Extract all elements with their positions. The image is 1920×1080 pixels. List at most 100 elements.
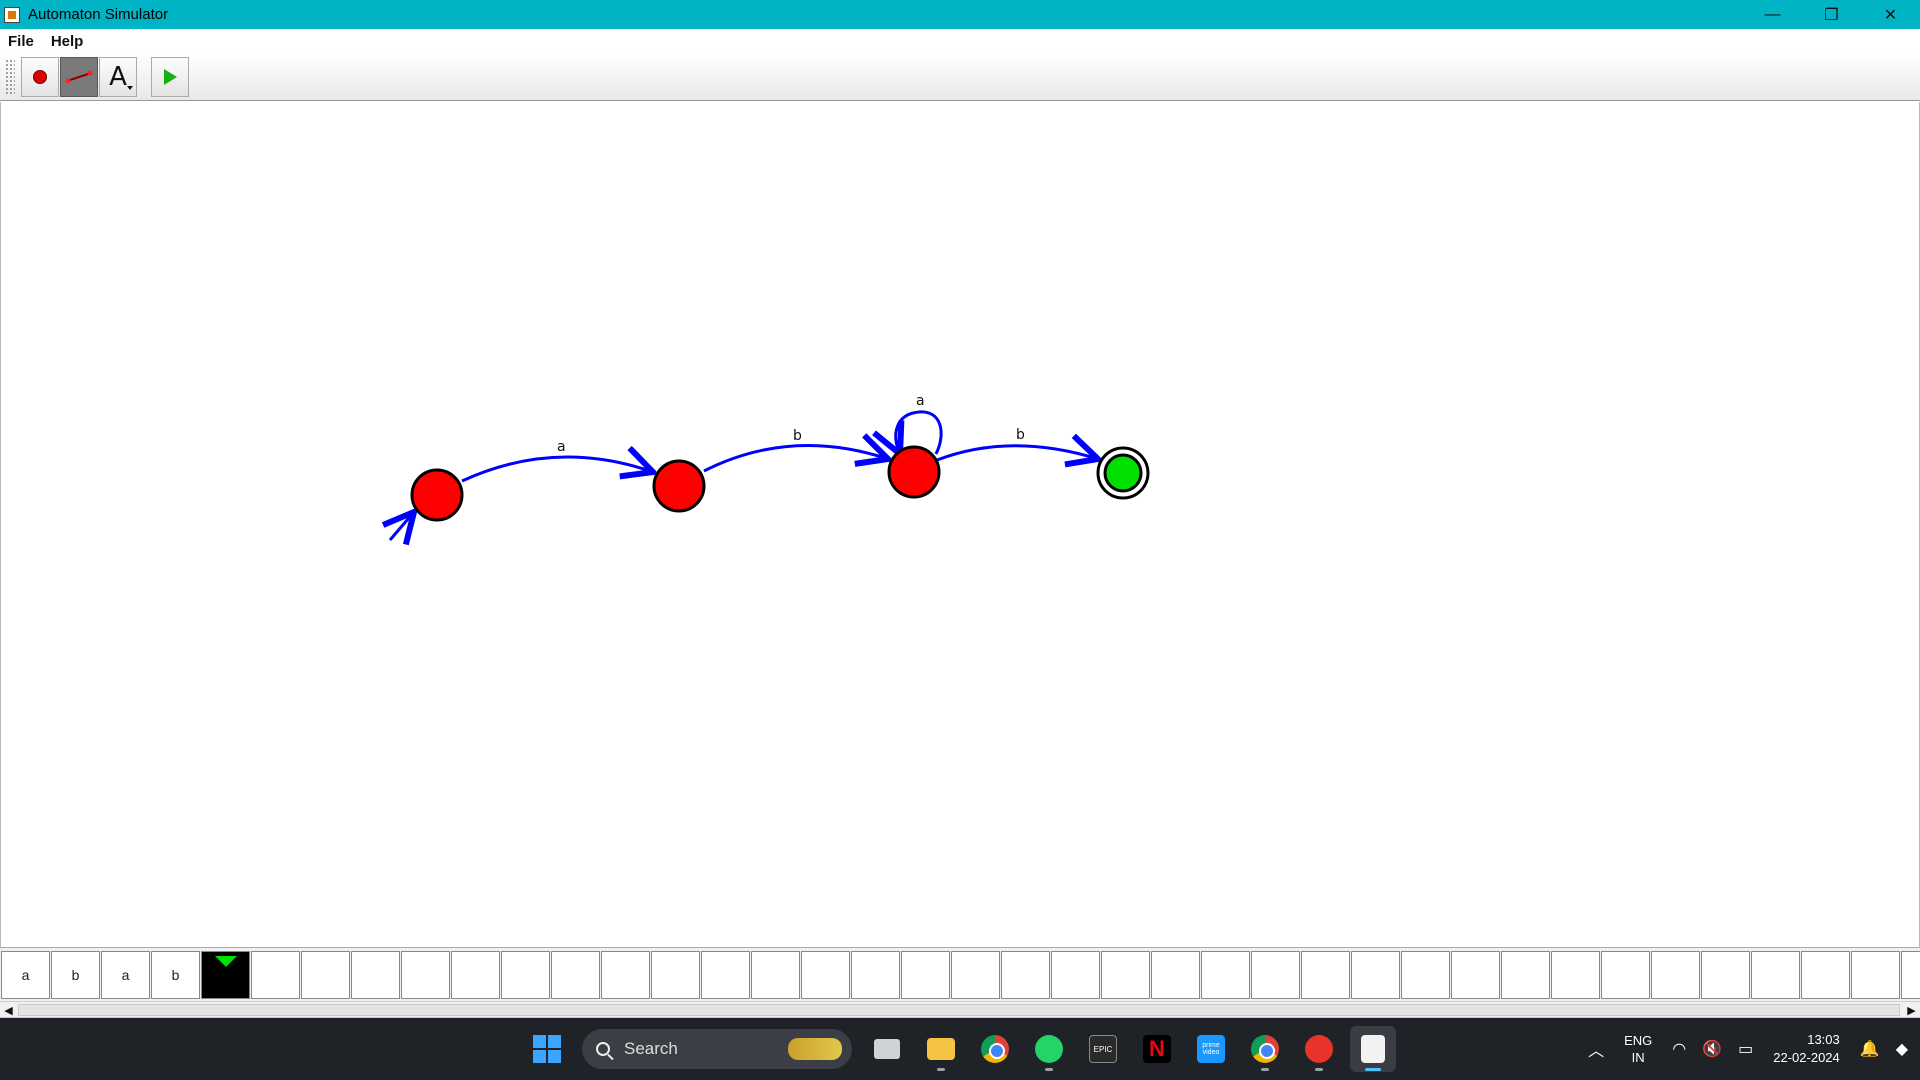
line-icon [65,70,93,83]
state-q3[interactable] [1103,453,1143,493]
chevron-up-icon[interactable]: ︿ [1588,1037,1604,1061]
notification-bell-icon[interactable]: 🔔 [1860,1039,1880,1059]
tape-cell[interactable] [1551,951,1600,999]
tape-cell[interactable] [401,951,450,999]
automaton-canvas[interactable]: a b a b [0,102,1920,947]
tape-cell[interactable] [1001,951,1050,999]
red-dot-icon [33,69,47,84]
horizontal-scrollbar[interactable]: ◀ ▶ [0,1001,1920,1018]
menu-help[interactable]: Help [51,33,84,50]
chrome-button[interactable] [972,1026,1018,1072]
scroll-left-icon[interactable]: ◀ [0,1002,17,1018]
region-code: IN [1631,1050,1645,1065]
file-explorer-button[interactable] [918,1026,964,1072]
tape-cell[interactable] [551,951,600,999]
tape-cell[interactable] [951,951,1000,999]
scroll-right-icon[interactable]: ▶ [1903,1002,1920,1018]
chrome-icon [1251,1035,1279,1063]
java-app-button[interactable] [1350,1026,1396,1072]
tape-cell[interactable] [901,951,950,999]
tape-cell[interactable] [801,951,850,999]
wifi-icon[interactable]: ◠ [1672,1039,1686,1059]
add-text-tool[interactable]: A [99,56,137,97]
tape-cell[interactable] [1901,951,1920,999]
prime-video-button[interactable]: prime video [1188,1026,1234,1072]
whatsapp-button[interactable] [1026,1026,1072,1072]
tape-cell[interactable] [701,951,750,999]
tape-cell[interactable] [1451,951,1500,999]
chrome-profile-button[interactable] [1242,1026,1288,1072]
prime-video-icon: prime video [1197,1035,1225,1063]
tape-cell[interactable] [251,951,300,999]
add-transition-tool[interactable] [60,56,98,97]
tape-cell[interactable] [351,951,400,999]
tape-cell[interactable] [451,951,500,999]
start-button[interactable] [524,1026,570,1072]
java-app-icon [4,6,20,23]
tape-cell[interactable] [1251,951,1300,999]
search-placeholder: Search [624,1039,678,1058]
tape-cell[interactable]: a [101,951,150,999]
tape-cell[interactable]: a [1,951,50,999]
tape-cell[interactable] [1151,951,1200,999]
run-tool[interactable] [151,56,189,97]
tape-cell[interactable] [1101,951,1150,999]
tape-cell[interactable] [1601,951,1650,999]
transition-q0-q1[interactable] [461,457,653,483]
task-view-icon [874,1039,900,1059]
state-q1[interactable] [652,459,706,513]
transition-label-q2-q2: a [916,393,925,409]
add-state-tool[interactable] [21,56,59,97]
tape-cell[interactable] [1051,951,1100,999]
tape-cell[interactable] [1701,951,1750,999]
tape-cell[interactable] [1751,951,1800,999]
tape-cell[interactable] [1851,951,1900,999]
clock-date: 22-02-2024 [1773,1050,1840,1065]
tape-cell[interactable] [601,951,650,999]
tape-cell[interactable] [301,951,350,999]
copilot-icon[interactable]: ◆ [1896,1039,1908,1059]
state-q2[interactable] [887,445,941,499]
tape-cell[interactable] [1651,951,1700,999]
state-q0[interactable] [410,468,464,522]
netflix-button[interactable]: N [1134,1026,1180,1072]
scrollbar-thumb[interactable] [18,1004,1900,1016]
speaker-muted-icon[interactable]: 🔇 [1702,1039,1722,1059]
clock[interactable]: 13:03 22-02-2024 [1773,1031,1840,1067]
taskbar-search[interactable]: Search [582,1029,852,1069]
close-button[interactable]: ✕ [1861,0,1920,29]
tape-cell[interactable]: b [151,951,200,999]
automaton-diagram[interactable]: a b a b [1,102,1919,947]
tape-cell[interactable] [1301,951,1350,999]
task-view-button[interactable] [864,1026,910,1072]
tape-cell[interactable]: b [51,951,100,999]
wps-office-button[interactable] [1296,1026,1342,1072]
epic-games-icon: EPIC [1089,1035,1117,1063]
battery-icon[interactable]: ▭ [1738,1039,1753,1059]
tape-cell[interactable] [651,951,700,999]
menu-file[interactable]: File [8,33,34,50]
minimize-button[interactable]: — [1743,0,1802,29]
tape-cell[interactable] [1501,951,1550,999]
transition-q2-q3[interactable] [936,446,1098,460]
letter-a-icon: A [109,61,127,92]
windows-taskbar: Search EPIC N prime video ︿ ENG IN ◠ 🔇 ▭… [0,1018,1920,1080]
tape-cell[interactable] [1801,951,1850,999]
tape-cell[interactable] [851,951,900,999]
epic-games-button[interactable]: EPIC [1080,1026,1126,1072]
tape-cell[interactable] [1351,951,1400,999]
tape-head-cell[interactable] [201,951,250,999]
menu-bar: File Help [0,29,1920,53]
title-bar: Automaton Simulator — ❐ ✕ [0,0,1920,29]
transition-q1-q2[interactable] [703,446,888,473]
tape-cell[interactable] [1201,951,1250,999]
tape-cell[interactable] [751,951,800,999]
window-title: Automaton Simulator [28,6,169,23]
language-indicator[interactable]: ENG IN [1624,1032,1652,1066]
toolbar-grip[interactable] [5,58,15,95]
epic-label: EPIC [1093,1044,1113,1054]
tape-cells: abab [1,951,1920,999]
tape-cell[interactable] [1401,951,1450,999]
restore-button[interactable]: ❐ [1802,0,1861,29]
tape-cell[interactable] [501,951,550,999]
